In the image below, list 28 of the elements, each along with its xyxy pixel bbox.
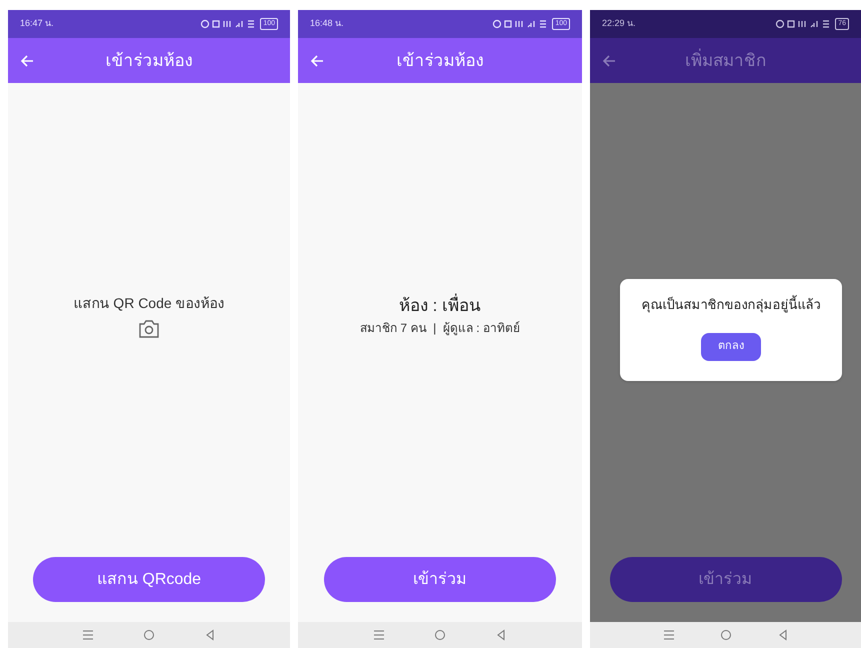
scan-qrcode-button[interactable]: แสกน QRcode [33, 557, 265, 602]
room-details: สมาชิก 7 คน | ผู้ดูแล : อาทิตย์ [360, 320, 520, 337]
back-icon[interactable] [204, 629, 216, 641]
join-button[interactable]: เข้าร่วม [324, 557, 556, 602]
screen-title: เพิ่มสมาชิก [684, 48, 767, 72]
status-icons [775, 19, 832, 29]
status-time: 16:48 น. [310, 17, 344, 30]
status-icons [200, 19, 256, 29]
menu-icon[interactable] [662, 629, 674, 641]
menu-icon[interactable] [82, 629, 94, 641]
join-button[interactable]: เข้าร่วม [610, 557, 842, 602]
back-icon[interactable] [495, 629, 508, 641]
room-name: ห้อง : เพื่อน [398, 293, 482, 319]
status-time: 22:29 น. [602, 17, 636, 30]
home-icon[interactable] [720, 629, 732, 641]
status-time: 16:47 น. [20, 17, 54, 30]
screen-title: เข้าร่วมห้อง [396, 50, 484, 72]
scan-prompt: แสกน QR Code ของห้อง [73, 294, 225, 313]
back-icon[interactable] [776, 629, 788, 641]
home-icon[interactable] [434, 629, 446, 641]
ok-button[interactable]: ตกลง [701, 332, 761, 360]
menu-icon[interactable] [372, 629, 385, 641]
status-icons [492, 19, 548, 29]
screen-title: เข้าร่วมห้อง [104, 50, 194, 72]
home-icon[interactable] [142, 629, 155, 641]
back-arrow-icon[interactable] [602, 54, 616, 68]
camera-icon[interactable] [138, 320, 159, 338]
dialog-message: คุณเป็นสมาชิกของกลุ่มอยู่นี้แล้ว [642, 295, 820, 314]
